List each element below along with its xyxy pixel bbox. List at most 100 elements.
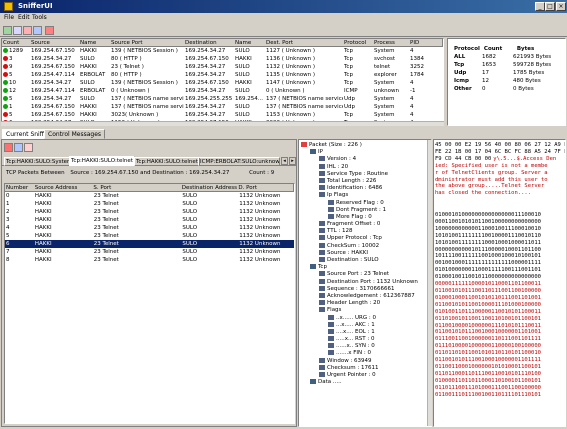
table-row[interactable]: 5 169.254.47.114 ERBOLAT 80 ( HTTP ) 169.254… <box>2 71 443 79</box>
subtab-scroll-right-icon[interactable]: ▸ <box>289 157 296 165</box>
tree-node[interactable]: Fragment Offset : 0 <box>301 221 418 228</box>
table-row[interactable]: 9 169.254.67.150 HAKKI 23 ( Telnet ) 169.254… <box>2 63 443 71</box>
cell-protocol: Udp <box>344 104 356 110</box>
tree-node[interactable]: More Flag : 0 <box>301 213 418 221</box>
expand-icon[interactable] <box>310 379 316 385</box>
tree-node[interactable]: Service Type : Routine <box>301 170 418 178</box>
table-row[interactable]: 10 169.254.34.27 SULO 139 ( NETBIOS Session… <box>2 79 443 87</box>
subtab-hakki-sulo-system[interactable]: Tcp:HAKKI:SULO:System <box>4 157 75 166</box>
menu-file[interactable]: File <box>4 14 14 21</box>
col-source[interactable]: Source <box>30 39 79 46</box>
tree-node[interactable]: Version : 4 <box>301 156 418 163</box>
list-item[interactable]: 1 HAKKI 23 Telnet SULO 1132 Unknown <box>5 200 294 208</box>
expand-icon[interactable] <box>310 149 316 155</box>
tree-node[interactable]: .....x... RST : 0 <box>301 336 418 343</box>
tree-node[interactable]: Source Port : 23 Telnet <box>301 271 418 278</box>
tree-node[interactable]: Ip Flags <box>301 192 418 199</box>
tree-node[interactable]: TTL : 128 <box>301 228 418 235</box>
tree-node[interactable]: Tcp <box>301 264 418 271</box>
subtab-hakki-sulo-telnet[interactable]: Tcp:HAKKI:SULO:telnet <box>134 157 200 166</box>
close-button[interactable]: × <box>556 2 566 11</box>
stop-icon[interactable] <box>23 26 32 35</box>
save-icon[interactable] <box>14 143 23 152</box>
tree-node[interactable]: Flags <box>301 307 418 314</box>
tree-node[interactable]: ...x..... AKC : 1 <box>301 321 418 329</box>
packet-table-hscroll[interactable] <box>1 121 444 126</box>
filter-icon[interactable] <box>33 26 42 35</box>
tree-node[interactable]: Acknowledgement : 612367887 <box>301 292 418 300</box>
tree-node[interactable]: Header Length : 20 <box>301 300 418 307</box>
list-item[interactable]: 6 HAKKI 23 Telnet SULO 1132 Unknown <box>5 240 294 248</box>
tree-node[interactable]: Reserved Flag : 0 <box>301 199 418 207</box>
subtab-icmp-erbolat-sulo[interactable]: ICMP:ERBOLAT:SULO:unknown <box>198 157 280 166</box>
tree-node[interactable]: Sequence : 3170666661 <box>301 285 418 293</box>
table-row[interactable]: 3 169.254.34.27 SULO 80 ( HTTP ) 169.254.67.… <box>2 55 443 63</box>
table-row[interactable]: 5 169.254.34.27 SULO 137 ( NETBIOS name ser… <box>2 95 443 103</box>
delete-icon[interactable] <box>45 26 54 35</box>
col-process[interactable]: Process <box>373 39 409 46</box>
list-item[interactable]: 7 HAKKI 23 Telnet SULO 1132 Unknown <box>5 248 294 256</box>
clear-icon[interactable] <box>24 143 33 152</box>
subtab-scroll-left-icon[interactable]: ◂ <box>281 157 288 165</box>
tree-node[interactable]: Destination Port : 1132 Unknown <box>301 278 418 286</box>
tree-node[interactable]: ..x...... URG : 0 <box>301 314 418 322</box>
delete-all-icon[interactable] <box>4 143 13 152</box>
col-destination-address[interactable]: Destination Address <box>181 184 238 191</box>
list-item[interactable]: 8 HAKKI 23 Telnet SULO 1132 Unknown <box>5 256 294 264</box>
table-row[interactable]: 5 169.254.67.150 HAKKI 3023( Unknown ) 169.2… <box>2 111 443 119</box>
tree-node[interactable]: ......x.. SYN : 0 <box>301 343 418 350</box>
subtab-hakki-sulo-telnet-active[interactable]: Tcp:HAKKI:SULO:telnet <box>69 156 135 166</box>
stats-bytes: 480 Bytes <box>513 78 541 84</box>
packet-tree-vscroll[interactable] <box>427 140 432 426</box>
tree-node[interactable]: Checksum : 17611 <box>301 364 418 372</box>
col-protocol[interactable]: Protocol <box>343 39 373 46</box>
tree-node[interactable]: Urgent Pointer : 0 <box>301 372 418 379</box>
col-dest-port[interactable]: Dest. Port <box>265 39 343 46</box>
tree-node[interactable]: .......x FIN : 0 <box>301 350 418 357</box>
menu-edit[interactable]: Edit <box>18 14 30 21</box>
list-item[interactable]: 5 HAKKI 23 Telnet SULO 1132 Unknown <box>5 232 294 240</box>
tree-node[interactable]: Total Length : 226 <box>301 177 418 185</box>
col-d-port[interactable]: D. Port <box>237 184 293 191</box>
tree-node[interactable]: Source : HAKKI <box>301 249 418 257</box>
expand-icon[interactable] <box>310 264 316 270</box>
col-pid[interactable]: PID <box>409 39 439 46</box>
refresh-icon[interactable] <box>3 26 12 35</box>
list-item[interactable]: 3 HAKKI 23 Telnet SULO 1132 Unknown <box>5 216 294 224</box>
col-source-address[interactable]: Source Address <box>34 184 93 191</box>
tree-node[interactable]: IP <box>301 149 418 156</box>
col-number[interactable]: Number <box>5 184 34 191</box>
tree-node[interactable]: Packet (Size : 226 ) <box>301 142 418 149</box>
table-row[interactable]: 1 169.254.67.150 HAKKI 137 ( NETBIOS name s… <box>2 103 443 111</box>
col-name[interactable]: Name <box>79 39 110 46</box>
list-item[interactable]: 0 HAKKI 23 Telnet SULO 1132 Unknown <box>5 192 294 200</box>
tree-node[interactable]: CheckSum : 10002 <box>301 242 418 250</box>
expand-icon[interactable] <box>301 142 307 147</box>
col-count[interactable]: Count <box>2 39 30 46</box>
menu-tools[interactable]: Tools <box>32 14 47 21</box>
tree-node[interactable]: Data ..... <box>301 379 418 386</box>
tree-node[interactable]: Upper Protocol : Tcp <box>301 235 418 242</box>
tab-control-messages[interactable]: Control Messages <box>44 129 106 139</box>
maximize-button[interactable]: □ <box>545 2 555 11</box>
tree-node[interactable]: Destination : SULO <box>301 257 418 264</box>
col-source-port[interactable]: Source Port <box>110 39 184 46</box>
list-item[interactable]: 2 HAKKI 23 Telnet SULO 1132 Unknown <box>5 208 294 216</box>
minimize-button[interactable]: _ <box>535 2 545 11</box>
bit-line: 01100101011100100010000001101001 <box>435 329 541 336</box>
tree-node[interactable]: ....x.... EOL : 1 <box>301 328 418 336</box>
table-row[interactable]: 12 169.254.47.114 ERBOLAT 0 ( Unknown ) 169.… <box>2 87 443 95</box>
cell-count-value: 3 <box>9 56 13 62</box>
tree-node[interactable]: Identification : 6486 <box>301 185 418 192</box>
col-dest-name[interactable]: Name <box>234 39 265 46</box>
tree-node[interactable]: Window : 63949 <box>301 357 418 365</box>
col-destination[interactable]: Destination <box>184 39 234 46</box>
table-row[interactable]: 1289 169.254.67.150 HAKKI 139 ( NETBIOS Ses… <box>2 47 443 55</box>
tree-node[interactable]: Dont Fragment : 1 <box>301 206 418 214</box>
cell-protocol: Tcp <box>344 48 353 54</box>
list-item[interactable]: 4 HAKKI 23 Telnet SULO 1132 Unknown <box>5 224 294 232</box>
col-s-port[interactable]: S. Port <box>92 184 180 191</box>
tree-node[interactable]: IHL : 20 <box>301 163 418 171</box>
node-icon <box>319 235 325 241</box>
sort-icon[interactable] <box>13 26 22 35</box>
